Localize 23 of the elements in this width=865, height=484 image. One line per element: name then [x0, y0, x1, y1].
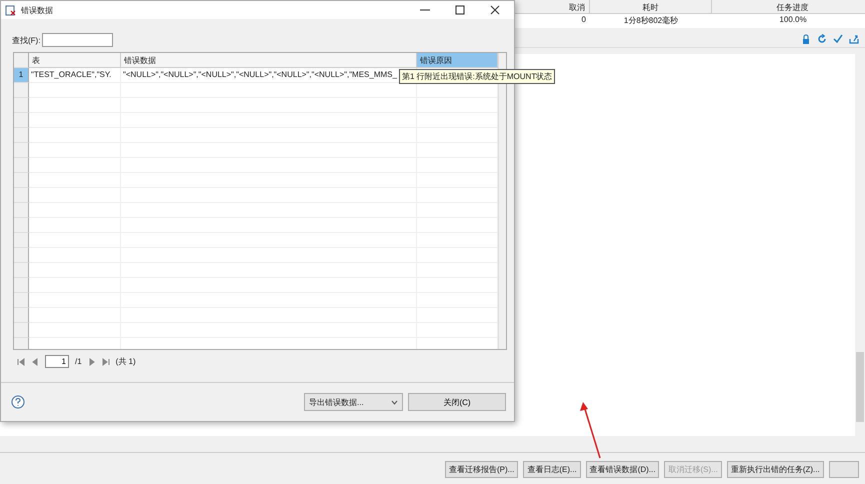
- page-total: /1: [75, 357, 82, 366]
- page-field[interactable]: 1: [45, 355, 69, 368]
- table-cell-text: 1分8秒802毫秒: [622, 15, 680, 27]
- record-count: (共 1): [116, 356, 136, 367]
- action-button[interactable]: 查看错误数据(D)...: [586, 461, 660, 478]
- action-button[interactable]: 查看迁移报告(P)...: [445, 461, 518, 478]
- close-button[interactable]: 关闭(C): [408, 393, 506, 411]
- find-label: 查找(F):: [12, 34, 40, 46]
- action-button[interactable]: 重新执行出错的任务(Z)...: [726, 461, 824, 478]
- column-header: 耗时: [590, 0, 712, 14]
- table-cell-text: 100.0%: [778, 14, 808, 26]
- row-number[interactable]: 1: [14, 68, 29, 83]
- column-header[interactable]: 表: [29, 53, 121, 68]
- tooltip: 第1 行附近出现错误:系统处于MOUNT状态: [399, 69, 556, 84]
- grid-cell: "TEST_ORACLE","SY.: [29, 68, 121, 83]
- column-header[interactable]: 错误数据: [121, 53, 417, 68]
- export-dropdown[interactable]: 导出错误数据...: [304, 393, 403, 411]
- column-header: 取消: [515, 0, 590, 14]
- column-header[interactable]: 错误原因: [417, 53, 498, 68]
- window-title: 错误数据: [21, 4, 54, 16]
- column-header: 任务进度: [712, 0, 865, 14]
- action-button[interactable]: 查看日志(E)...: [523, 461, 581, 478]
- table-cell-text: 0: [580, 14, 587, 26]
